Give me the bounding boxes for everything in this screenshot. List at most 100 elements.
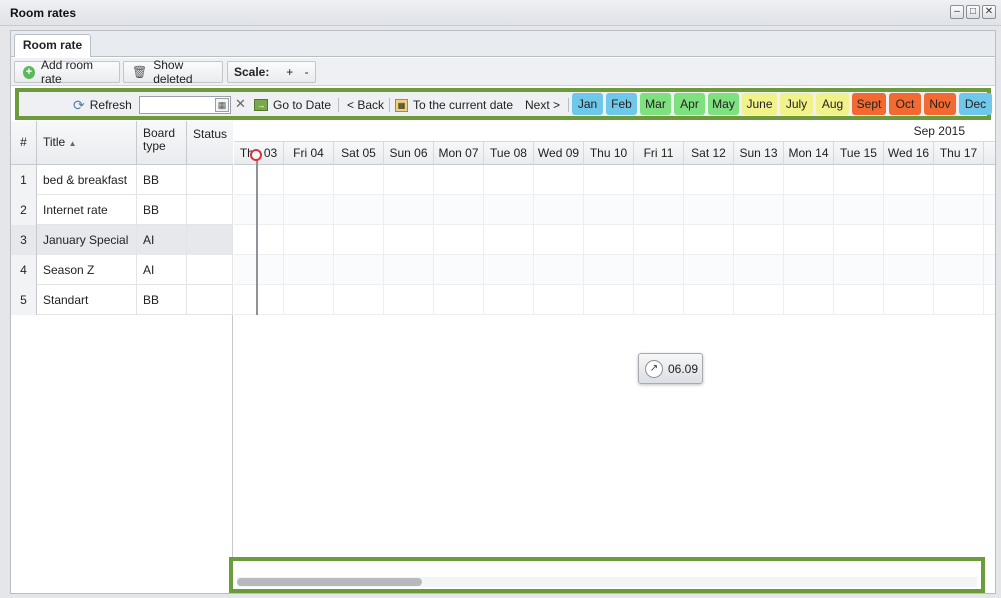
table-row[interactable]: 2 Internet rate BB <box>11 195 233 225</box>
row-status <box>187 195 233 225</box>
scale-label: Scale: <box>234 65 270 79</box>
room-rates-panel: Room rate + Add room rate 🗑 Show deleted… <box>10 30 996 594</box>
column-header-number[interactable]: # <box>11 121 37 165</box>
table-row[interactable]: 1 bed & breakfast BB <box>11 165 233 195</box>
scheduler-month-label: Sep 2015 <box>913 124 965 138</box>
row-status <box>187 225 233 255</box>
table-row[interactable]: 4 Season Z AI <box>11 255 233 285</box>
show-deleted-button[interactable]: 🗑 Show deleted <box>123 58 223 86</box>
day-header: Sat 05 <box>334 142 384 165</box>
next-button[interactable]: Next > <box>525 96 560 114</box>
day-header: Mon 14 <box>784 142 834 165</box>
scheduler-lane[interactable] <box>234 195 995 225</box>
day-gridline <box>783 165 784 315</box>
month-button-nov[interactable]: Nov <box>924 93 956 115</box>
scheduler-lane[interactable] <box>234 285 995 315</box>
date-tooltip: ↗ 06.09 <box>638 353 703 384</box>
day-gridline <box>683 165 684 315</box>
horizontal-scrollbar[interactable] <box>237 577 977 587</box>
date-input[interactable]: ▦ <box>139 96 231 114</box>
add-icon: + <box>23 65 35 79</box>
day-gridline <box>433 165 434 315</box>
month-button-dec[interactable]: Dec <box>959 93 992 115</box>
day-gridline <box>283 165 284 315</box>
day-gridline <box>483 165 484 315</box>
scheduler-scrollbar-region <box>229 557 985 593</box>
day-gridline <box>933 165 934 315</box>
go-to-date-button[interactable]: → Go to Date <box>254 96 331 114</box>
go-to-date-label: Go to Date <box>273 98 332 112</box>
date-navigation-toolbar: ⟳ Refresh ▦ ✕ → Go to Date < Back ▦ To t… <box>15 88 992 120</box>
day-header: Thu 10 <box>584 142 634 165</box>
current-date-label: To the current date <box>413 98 514 112</box>
month-button-apr[interactable]: Apr <box>674 93 705 115</box>
day-header: Sun 13 <box>734 142 784 165</box>
window-titlebar: Room rates – □ ✕ <box>0 0 1001 26</box>
day-header: Fri 11 <box>634 142 684 165</box>
add-room-rate-label: Add room rate <box>40 58 93 86</box>
clear-date-button[interactable]: ✕ <box>235 96 246 112</box>
row-number: 3 <box>11 225 37 255</box>
day-gridline <box>883 165 884 315</box>
current-date-button[interactable]: ▦ To the current date <box>395 96 513 114</box>
month-button-sept[interactable]: Sept <box>852 93 886 115</box>
day-gridline <box>333 165 334 315</box>
day-gridline <box>583 165 584 315</box>
day-header: Mon 07 <box>434 142 484 165</box>
refresh-label: Refresh <box>89 98 132 112</box>
row-title: January Special <box>37 225 137 255</box>
tab-strip: Room rate <box>11 31 995 57</box>
today-line <box>256 153 258 315</box>
column-title-label: Title <box>43 135 66 149</box>
row-title: Standart <box>37 285 137 315</box>
board-header-line2: type <box>143 139 166 153</box>
row-status <box>187 165 233 195</box>
scheduler-lane[interactable] <box>234 255 995 285</box>
refresh-icon: ⟳ <box>73 96 85 113</box>
minimize-button[interactable]: – <box>950 5 964 19</box>
refresh-button[interactable]: ⟳ Refresh <box>73 96 132 114</box>
maximize-button[interactable]: □ <box>966 5 980 19</box>
scheduler-lane[interactable] <box>234 165 995 195</box>
day-header: Sun 06 <box>384 142 434 165</box>
month-button-may[interactable]: May <box>708 93 739 115</box>
window-controls: – □ ✕ <box>950 5 996 19</box>
column-header-status[interactable]: Status <box>187 121 233 165</box>
day-header: Sat 12 <box>684 142 734 165</box>
month-button-aug[interactable]: Aug <box>816 93 849 115</box>
sort-ascending-icon: ▲ <box>68 139 77 148</box>
row-board-type: BB <box>137 195 187 225</box>
row-title: Season Z <box>37 255 137 285</box>
day-gridline <box>733 165 734 315</box>
scale-plus-button[interactable]: + <box>281 65 298 79</box>
month-button-july[interactable]: July <box>780 93 813 115</box>
month-button-oct[interactable]: Oct <box>889 93 921 115</box>
window-title: Room rates <box>10 6 77 20</box>
show-deleted-label: Show deleted <box>153 58 193 86</box>
separator <box>568 98 569 112</box>
month-button-feb[interactable]: Feb <box>606 93 637 115</box>
today-marker-icon <box>250 149 262 161</box>
month-button-jan[interactable]: Jan <box>572 93 603 115</box>
scrollbar-thumb[interactable] <box>237 578 422 586</box>
table-row[interactable]: 5 Standart BB <box>11 285 233 315</box>
add-room-rate-button[interactable]: + Add room rate <box>14 58 120 86</box>
calendar-icon[interactable]: ▦ <box>215 98 229 112</box>
scheduler-lane[interactable] <box>234 225 995 255</box>
close-button[interactable]: ✕ <box>982 5 996 19</box>
scale-group: Scale: + - <box>227 61 316 83</box>
month-button-mar[interactable]: Mar <box>640 93 671 115</box>
tab-room-rate[interactable]: Room rate <box>14 34 91 57</box>
scale-minus-button[interactable]: - <box>298 65 315 79</box>
back-button[interactable]: < Back <box>347 96 384 114</box>
day-header: Thu 17 <box>934 142 984 165</box>
column-header-title[interactable]: Title ▲ <box>37 121 137 165</box>
day-gridline <box>983 165 984 315</box>
tooltip-date: 06.09 <box>668 361 699 376</box>
row-status <box>187 255 233 285</box>
go-to-date-icon: → <box>254 99 268 111</box>
month-button-june[interactable]: June <box>742 93 777 115</box>
column-header-board-type[interactable]: Board type <box>137 121 187 165</box>
table-row[interactable]: 3 January Special AI <box>11 225 233 255</box>
separator <box>338 98 339 112</box>
